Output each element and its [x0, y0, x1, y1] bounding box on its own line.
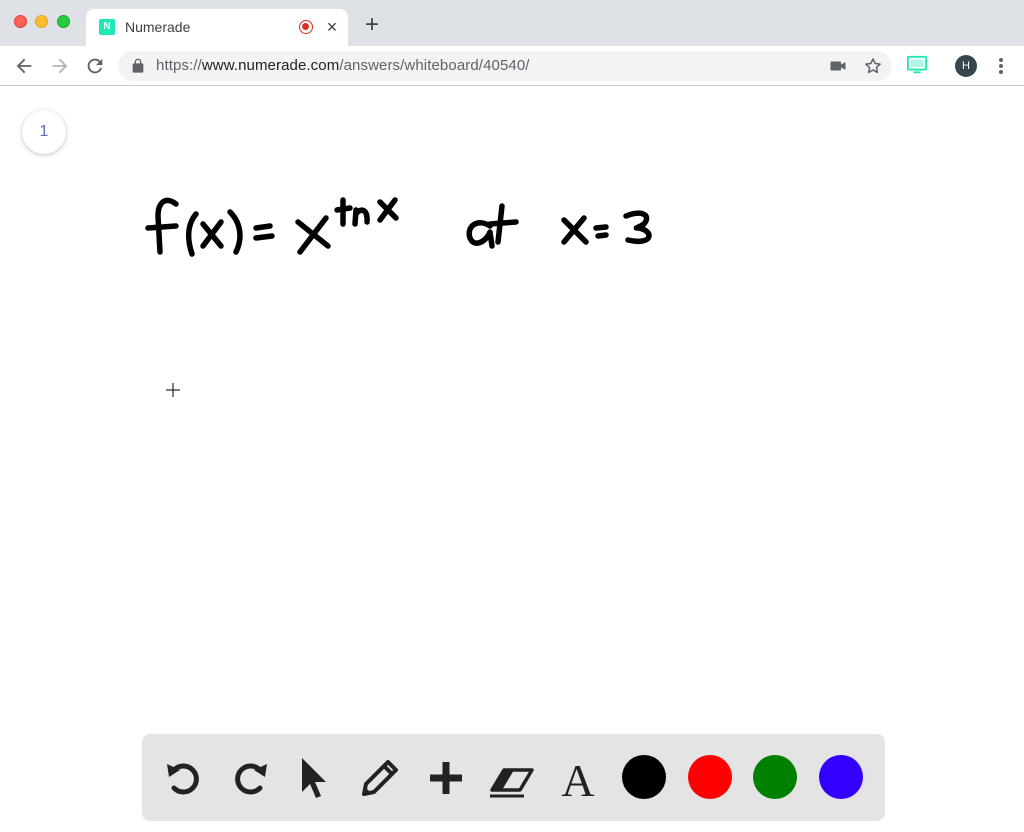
- color-blue-swatch[interactable]: [819, 755, 863, 799]
- browser-tab[interactable]: N Numerade ×: [86, 9, 348, 46]
- handwritten-formula: [145, 197, 652, 257]
- profile-avatar[interactable]: H: [955, 55, 977, 77]
- drawing-toolbar: A: [142, 734, 885, 821]
- add-shape-button[interactable]: [422, 754, 470, 802]
- url-path: /answers/whiteboard/40540/: [339, 57, 530, 74]
- eraser-icon: [490, 768, 534, 798]
- reload-icon: [87, 58, 103, 74]
- numerade-favicon-icon: N: [99, 19, 115, 35]
- color-black-swatch[interactable]: [622, 755, 666, 799]
- kebab-menu-icon[interactable]: [994, 56, 1008, 76]
- reload-button[interactable]: [84, 55, 106, 77]
- redo-icon: [235, 763, 267, 795]
- whiteboard-canvas[interactable]: 1: [0, 86, 1024, 832]
- eraser-tool-button[interactable]: [488, 754, 536, 802]
- new-tab-button[interactable]: +: [362, 13, 382, 37]
- tab-title: Numerade: [125, 19, 191, 35]
- minimize-window-button[interactable]: [35, 15, 48, 28]
- back-button[interactable]: [13, 55, 35, 77]
- address-bar[interactable]: https://www.numerade.com/answers/whitebo…: [118, 51, 892, 81]
- color-red-swatch[interactable]: [688, 755, 732, 799]
- color-green-swatch[interactable]: [753, 755, 797, 799]
- tab-strip: N Numerade × +: [0, 0, 1024, 46]
- arrow-left-icon: [16, 58, 32, 74]
- url-host: www.numerade.com: [201, 57, 340, 74]
- browser-toolbar: https://www.numerade.com/answers/whitebo…: [0, 46, 1024, 86]
- redo-button[interactable]: [226, 754, 274, 802]
- camera-icon[interactable]: [829, 58, 847, 74]
- recording-icon: [299, 20, 313, 34]
- arrow-right-icon: [52, 58, 68, 74]
- svg-text:A: A: [561, 755, 594, 802]
- add-plus-icon: [430, 762, 462, 794]
- pencil-icon: [362, 760, 398, 796]
- url-scheme: https://: [156, 57, 202, 74]
- select-pointer-icon: [302, 758, 326, 798]
- star-bookmark-icon[interactable]: [863, 56, 883, 76]
- monitor-extension-icon[interactable]: [906, 55, 928, 75]
- forward-button[interactable]: [49, 55, 71, 77]
- close-window-button[interactable]: [14, 15, 27, 28]
- maximize-window-button[interactable]: [57, 15, 70, 28]
- lock-icon: [132, 58, 144, 73]
- undo-icon: [167, 763, 199, 795]
- text-tool-button[interactable]: A: [554, 754, 602, 806]
- tab-close-button[interactable]: ×: [324, 17, 340, 37]
- undo-button[interactable]: [160, 754, 208, 802]
- crosshair-cursor-icon: [166, 383, 180, 397]
- select-tool-button[interactable]: [290, 754, 338, 802]
- pencil-tool-button[interactable]: [356, 754, 404, 802]
- text-tool-icon: A: [561, 755, 594, 806]
- url-text: https://www.numerade.com/answers/whitebo…: [156, 57, 530, 75]
